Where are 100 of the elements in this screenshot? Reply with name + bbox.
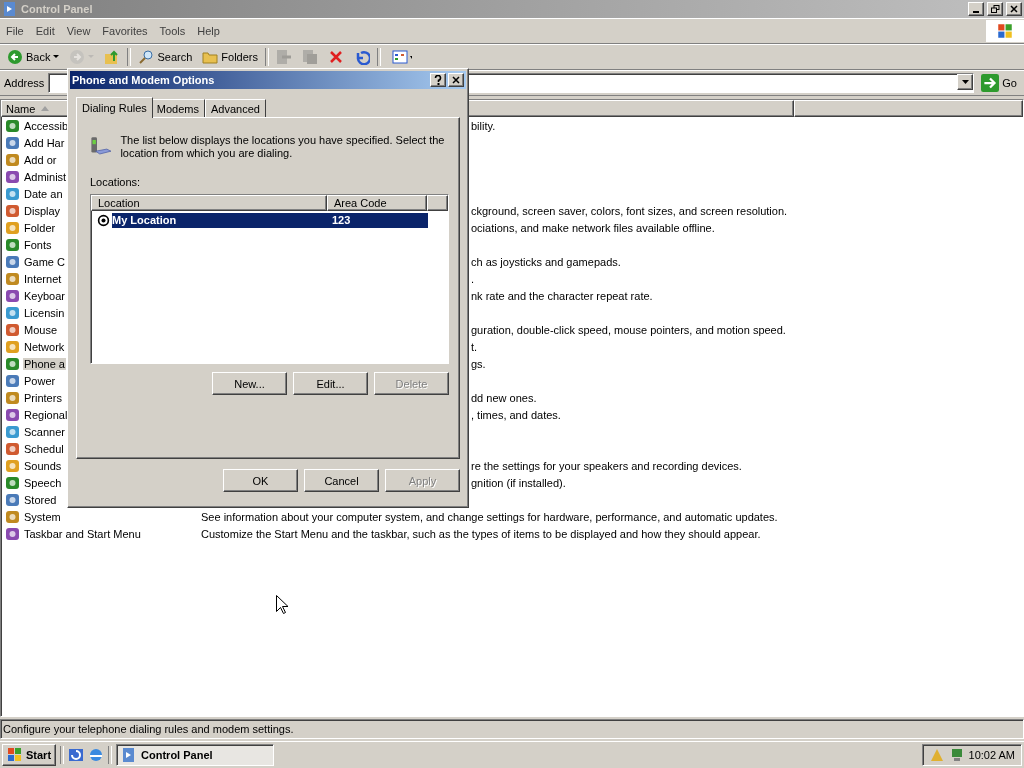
menu-item[interactable]: File (0, 25, 30, 37)
applet-name[interactable]: Sounds (23, 459, 63, 472)
undo-icon (354, 49, 370, 65)
restore-icon (990, 5, 1000, 13)
sort-arrow-icon (41, 106, 50, 111)
applet-icon (5, 202, 21, 219)
dropdown-button[interactable] (957, 74, 974, 90)
applet-name[interactable]: Add or (23, 153, 58, 166)
applet-description: . (471, 272, 475, 285)
applet-name[interactable]: Folder (23, 221, 57, 234)
applet-icon (5, 185, 21, 202)
applet-name[interactable]: Display (23, 204, 62, 217)
list-button[interactable]: Edit... (293, 372, 368, 395)
applet-name[interactable]: Accessib (23, 119, 70, 132)
column-header[interactable] (794, 100, 1023, 117)
applet-description: re the settings for your speakers and recording devices. (471, 459, 742, 472)
applet-icon (5, 219, 21, 236)
applet-name[interactable]: Taskbar and Start Menu (23, 527, 142, 540)
applet-name[interactable]: Network (23, 340, 66, 353)
menu-item[interactable]: Edit (29, 25, 61, 37)
applet-icon (5, 491, 21, 508)
menu-item[interactable]: Favorites (96, 25, 154, 37)
applet-description: bility. (471, 119, 496, 132)
applet-icon (5, 406, 21, 423)
applet-description: ckground, screen saver, colors, font sizes, and screen resolution. (471, 204, 788, 217)
applet-description: Customize the Start Menu and the taskbar, such as the types of items to be displayed and how they should appear. (201, 527, 761, 540)
applet-name[interactable]: Regional (23, 408, 69, 421)
go-arrow-icon (981, 74, 1000, 92)
status-bar: Configure your telephone dialing rules and modem settings. (0, 719, 1024, 739)
applet-name[interactable]: Add Har (23, 136, 66, 149)
menu-item[interactable]: Help (191, 25, 226, 37)
tab[interactable]: Modems (150, 99, 205, 117)
applet-name[interactable]: Schedul (23, 442, 65, 455)
search-icon (138, 49, 155, 65)
help-button[interactable] (430, 73, 446, 87)
applet-name[interactable]: Printers (23, 391, 63, 404)
radio-selected-icon (97, 213, 110, 227)
menu-item[interactable]: View (60, 25, 97, 37)
intro-text: The list below displays the locations you have specified. Select the location from which you are dialing. (120, 134, 446, 160)
search-button[interactable]: Search (135, 47, 196, 67)
applet-icon (5, 151, 21, 168)
column-header[interactable] (427, 195, 448, 211)
applet-name[interactable]: Administ (23, 170, 68, 183)
close-icon (452, 76, 460, 84)
locations-list[interactable]: Location Area Code My Location 123 (90, 194, 449, 364)
applet-name[interactable]: Fonts (23, 238, 53, 251)
minimize-button[interactable] (968, 2, 984, 16)
applet-name[interactable]: System (23, 510, 62, 523)
back-button[interactable]: Back (4, 47, 63, 67)
applet-icon (5, 287, 21, 304)
applet-icon (5, 134, 21, 151)
applet-name[interactable]: Game C (23, 255, 66, 268)
control-panel-icon (2, 1, 18, 17)
applet-name[interactable]: Stored (23, 493, 58, 506)
clock: 10:02 AM (968, 749, 1015, 761)
restore-button[interactable] (987, 2, 1003, 16)
applet-icon (5, 236, 21, 253)
location-row[interactable]: My Location 123 (112, 212, 428, 228)
applet-name[interactable]: Phone a (23, 357, 66, 370)
address-label: Address (4, 77, 45, 89)
applet-name[interactable]: Scanner (23, 425, 66, 438)
go-button[interactable]: Go (978, 73, 1020, 93)
window-title: Control Panel (21, 3, 94, 15)
windows-flag-icon (7, 747, 23, 763)
folders-button[interactable]: Folders (199, 47, 261, 67)
start-button[interactable]: Start (2, 744, 57, 766)
column-header[interactable]: Area Code (327, 195, 427, 211)
applet-icon (5, 372, 21, 389)
dialog-button[interactable]: OK (223, 469, 298, 492)
applet-icon (5, 423, 21, 440)
browser-icon (88, 747, 105, 763)
task-button[interactable]: Control Panel (116, 744, 275, 766)
tray-icon (928, 747, 945, 763)
menu-item[interactable]: Tools (153, 25, 192, 37)
applet-name[interactable]: Licensin (23, 306, 66, 319)
applet-name[interactable]: Power (23, 374, 57, 387)
dialog-button[interactable]: Cancel (304, 469, 379, 492)
tab[interactable]: Dialing Rules (76, 97, 153, 118)
column-header[interactable]: Location (91, 195, 327, 211)
close-button[interactable] (448, 73, 464, 87)
applet-description: dd new ones. (471, 391, 537, 404)
applet-icon (5, 474, 21, 491)
tab[interactable]: Advanced (205, 99, 266, 117)
applet-name[interactable]: Mouse (23, 323, 59, 336)
applet-description: , times, and dates. (471, 408, 561, 421)
applet-icon (5, 338, 21, 355)
applet-name[interactable]: Date an (23, 187, 64, 200)
close-button[interactable] (1006, 2, 1022, 16)
caret-icon[interactable] (53, 55, 60, 59)
applet-description: ociations, and make network files available offline. (471, 221, 715, 234)
applet-name[interactable]: Internet (23, 272, 63, 285)
close-icon (1010, 5, 1018, 13)
delete-icon (328, 49, 344, 65)
list-button[interactable]: New... (212, 372, 287, 395)
applet-icon (5, 321, 21, 338)
applet-icon (5, 508, 21, 525)
applet-name[interactable]: Speech (23, 476, 63, 489)
applet-name[interactable]: Keyboar (23, 289, 66, 302)
applet-description: gnition (if installed). (471, 476, 566, 489)
copy-to-icon (302, 49, 318, 65)
